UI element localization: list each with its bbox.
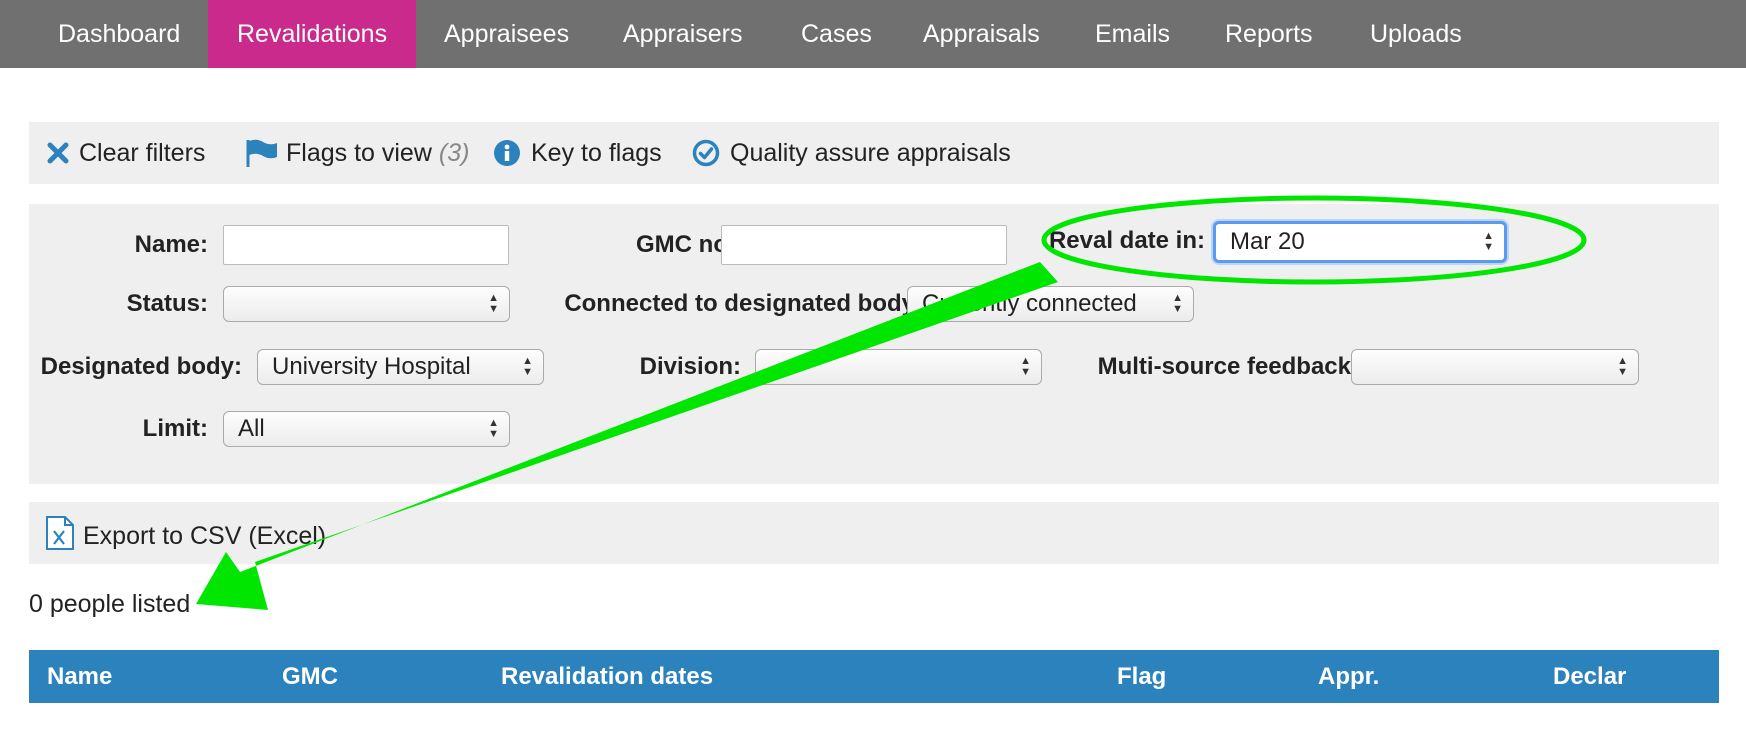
nav-item-uploads[interactable]: Uploads: [1341, 0, 1491, 68]
msf-label: Multi-source feedback:: [1097, 353, 1359, 380]
flags-to-view-button[interactable]: Flags to view (3): [245, 138, 469, 168]
column-header-gmc[interactable]: GMC: [282, 650, 338, 703]
limit-label: Limit:: [142, 415, 208, 442]
select-arrows-icon: ▲ ▼: [1617, 355, 1628, 378]
limit-select[interactable]: All ▲ ▼: [223, 411, 510, 447]
nav-item-appraisers[interactable]: Appraisers: [594, 0, 772, 68]
connected-select[interactable]: Currently connected ▲ ▼: [907, 286, 1194, 322]
check-circle-icon: [692, 139, 720, 167]
nav-item-dashboard[interactable]: Dashboard: [29, 0, 209, 68]
quality-assure-button[interactable]: Quality assure appraisals: [692, 139, 1011, 168]
nav-item-emails[interactable]: Emails: [1066, 0, 1199, 68]
key-to-flags-button[interactable]: Key to flags: [493, 139, 662, 168]
designated-body-select[interactable]: University Hospital ▲ ▼: [257, 349, 544, 385]
column-header-revalidation-dates[interactable]: Revalidation dates: [501, 650, 713, 703]
export-csv-button[interactable]: Export to CSV (Excel): [45, 516, 326, 557]
export-bar: Export to CSV (Excel): [29, 502, 1719, 564]
select-arrows-icon: ▲ ▼: [1172, 292, 1183, 315]
select-arrows-icon: ▲ ▼: [522, 355, 533, 378]
export-csv-label: Export to CSV (Excel): [83, 522, 327, 550]
clear-filters-button[interactable]: Clear filters: [46, 139, 205, 168]
select-arrows-icon: ▲ ▼: [488, 417, 499, 440]
reval-date-select[interactable]: Mar 20 ▲ ▼: [1213, 221, 1507, 263]
nav-item-revalidations[interactable]: Revalidations: [208, 0, 417, 68]
column-header-flag[interactable]: Flag: [1117, 650, 1166, 703]
select-arrows-icon: ▲ ▼: [488, 292, 499, 315]
flags-count: (3): [438, 138, 470, 167]
people-count: 0 people listed: [29, 590, 191, 618]
quality-assure-label: Quality assure appraisals: [730, 138, 1011, 167]
nav-item-appraisals[interactable]: Appraisals: [894, 0, 1069, 68]
reval-date-label: Reval date in:: [1048, 227, 1205, 254]
results-table-header: Name GMC Revalidation dates Flag Appr. D…: [29, 650, 1719, 703]
designated-body-label: Designated body:: [40, 353, 242, 380]
designated-body-value: University Hospital: [272, 353, 471, 380]
info-icon: [493, 139, 521, 167]
status-select[interactable]: ▲ ▼: [223, 286, 510, 322]
nav-item-cases[interactable]: Cases: [772, 0, 901, 68]
filter-toolbar: Clear filters Flags to view (3) Key to f…: [29, 122, 1719, 184]
limit-value: All: [238, 415, 265, 442]
close-icon: [46, 141, 70, 165]
connected-label: Connected to designated body:: [564, 290, 923, 317]
flags-to-view-label: Flags to view: [286, 138, 432, 167]
top-navigation: Dashboard Revalidations Appraisees Appra…: [0, 0, 1746, 68]
nav-item-reports[interactable]: Reports: [1196, 0, 1342, 68]
filters-panel: Name: GMC no: Reval date in: Mar 20 ▲ ▼ S…: [29, 204, 1719, 484]
connected-value: Currently connected: [922, 290, 1137, 317]
division-label: Division:: [639, 353, 741, 380]
status-label: Status:: [126, 290, 208, 317]
reval-date-value: Mar 20: [1230, 228, 1305, 255]
column-header-appraisal[interactable]: Appr.: [1318, 650, 1379, 703]
nav-item-appraisees[interactable]: Appraisees: [415, 0, 598, 68]
gmc-input[interactable]: [721, 225, 1007, 265]
msf-select[interactable]: ▲ ▼: [1351, 349, 1639, 385]
division-select[interactable]: ▲ ▼: [755, 349, 1042, 385]
column-header-declaration[interactable]: Declar: [1553, 650, 1626, 703]
name-input[interactable]: [223, 225, 509, 265]
select-arrows-icon: ▲ ▼: [1483, 230, 1494, 253]
name-label: Name:: [134, 231, 208, 258]
flag-icon: [245, 138, 279, 168]
clear-filters-label: Clear filters: [79, 138, 206, 167]
key-to-flags-label: Key to flags: [531, 138, 662, 167]
excel-file-icon: [45, 516, 75, 557]
column-header-name[interactable]: Name: [47, 650, 112, 703]
gmc-label: GMC no:: [636, 231, 736, 258]
select-arrows-icon: ▲ ▼: [1020, 355, 1031, 378]
